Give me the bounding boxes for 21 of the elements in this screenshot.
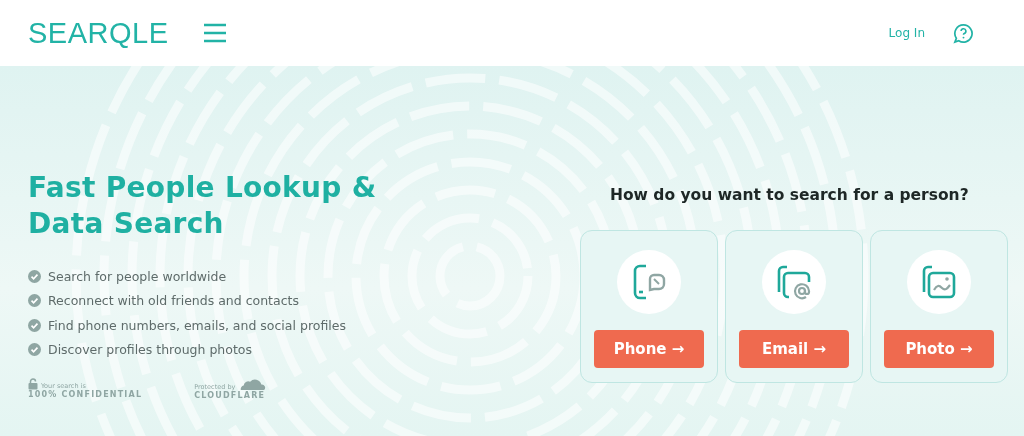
check-icon: [28, 343, 41, 357]
check-icon: [28, 318, 41, 332]
help-icon[interactable]: [953, 22, 974, 44]
feature-text: Discover profiles through photos: [48, 342, 252, 358]
cloud-icon: [238, 378, 267, 391]
lock-icon: [28, 378, 38, 390]
feature-text: Find phone numbers, emails, and social profiles: [48, 317, 346, 333]
search-question: How do you want to search for a person?: [610, 186, 970, 204]
check-icon: [28, 294, 41, 308]
search-option-button[interactable]: Phone →: [594, 330, 704, 368]
feature-text: Reconnect with old friends and contacts: [48, 293, 299, 309]
logo[interactable]: SEARQLE: [28, 16, 169, 50]
hero-title: Fast People Lookup & Data Search: [28, 170, 378, 242]
login-link[interactable]: Log In: [888, 26, 925, 40]
search-option-button[interactable]: Email →: [739, 330, 849, 368]
menu-icon[interactable]: [202, 23, 227, 43]
feature-text: Search for people worldwide: [48, 268, 227, 284]
search-option-button[interactable]: Photo →: [884, 330, 994, 368]
check-icon: [28, 269, 41, 283]
badge-title: 100% CONFIDENTIAL: [28, 390, 143, 399]
badge-title: CLOUDFLARE: [194, 391, 267, 400]
